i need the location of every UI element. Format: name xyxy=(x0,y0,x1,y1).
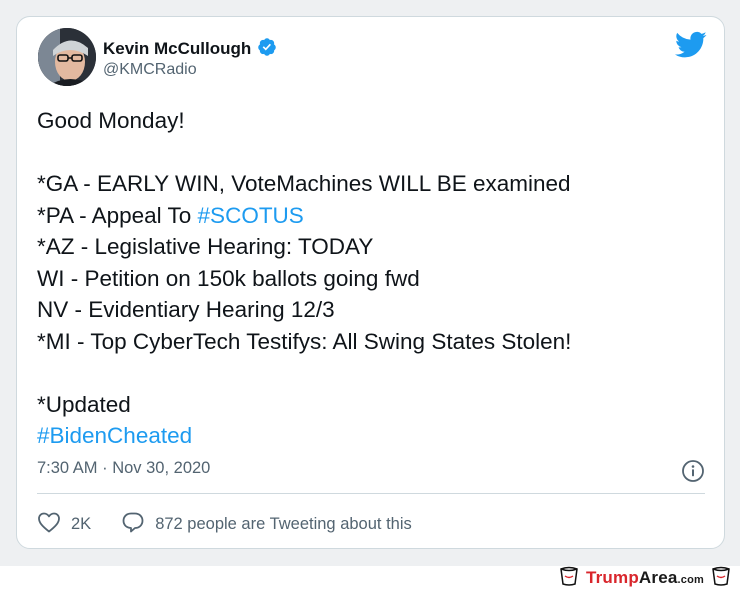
hashtag-scotus-link[interactable]: #SCOTUS xyxy=(198,203,304,228)
watermark-brand: TrumpArea.com xyxy=(586,568,704,588)
tweet-line: *AZ - Legislative Hearing: TODAY xyxy=(37,234,374,259)
page-background: Kevin McCullough @KMCRadio Good Monday! … xyxy=(0,0,740,566)
watermark-part1: Trump xyxy=(585,568,639,587)
tweet-line-text: *PA - Appeal To xyxy=(37,202,198,228)
author-name-row[interactable]: Kevin McCullough xyxy=(103,37,277,62)
watermark-part2: Area xyxy=(638,568,678,587)
tweet-timestamp[interactable]: 7:30 AM · Nov 30, 2020 xyxy=(37,459,210,478)
info-icon[interactable] xyxy=(681,459,705,483)
author-name[interactable]: Kevin McCullough xyxy=(103,39,251,59)
tweet-card[interactable]: Kevin McCullough @KMCRadio Good Monday! … xyxy=(16,16,725,549)
tweet-line: *PA - Appeal To #SCOTUS xyxy=(37,200,697,232)
twitter-bird-icon[interactable] xyxy=(675,31,707,59)
tweet-line: Good Monday! xyxy=(37,108,185,133)
tweet-line: *GA - EARLY WIN, VoteMachines WILL BE ex… xyxy=(37,171,571,196)
tweet-text: Good Monday! *GA - EARLY WIN, VoteMachin… xyxy=(37,105,697,452)
avatar[interactable] xyxy=(38,28,96,86)
watermark-part3: .com xyxy=(677,574,704,586)
tweet-line: WI - Petition on 150k ballots going fwd xyxy=(37,265,420,291)
cup-icon xyxy=(558,565,580,590)
conversation-text: 872 people are Tweeting about this xyxy=(155,514,412,533)
heart-icon[interactable] xyxy=(37,511,61,538)
tweet-line: *Updated xyxy=(37,391,131,417)
watermark: TrumpArea.com xyxy=(558,566,732,590)
tweet-actions: 2K 872 people are Tweeting about this xyxy=(37,511,442,537)
tweet-line: NV - Evidentiary Hearing 12/3 xyxy=(37,297,335,322)
conversation-action[interactable]: 872 people are Tweeting about this xyxy=(121,511,412,538)
divider xyxy=(37,493,705,494)
hashtag-bidencheated-link[interactable]: #BidenCheated xyxy=(37,420,697,452)
like-count: 2K xyxy=(71,514,92,533)
tweet-line: *MI - Top CyberTech Testifys: All Swing … xyxy=(37,328,572,354)
cup-icon xyxy=(710,565,732,590)
like-action[interactable]: 2K xyxy=(37,511,91,538)
comment-bubble-icon[interactable] xyxy=(121,511,145,538)
verified-badge-icon xyxy=(257,37,277,62)
author-handle[interactable]: @KMCRadio xyxy=(103,61,197,79)
